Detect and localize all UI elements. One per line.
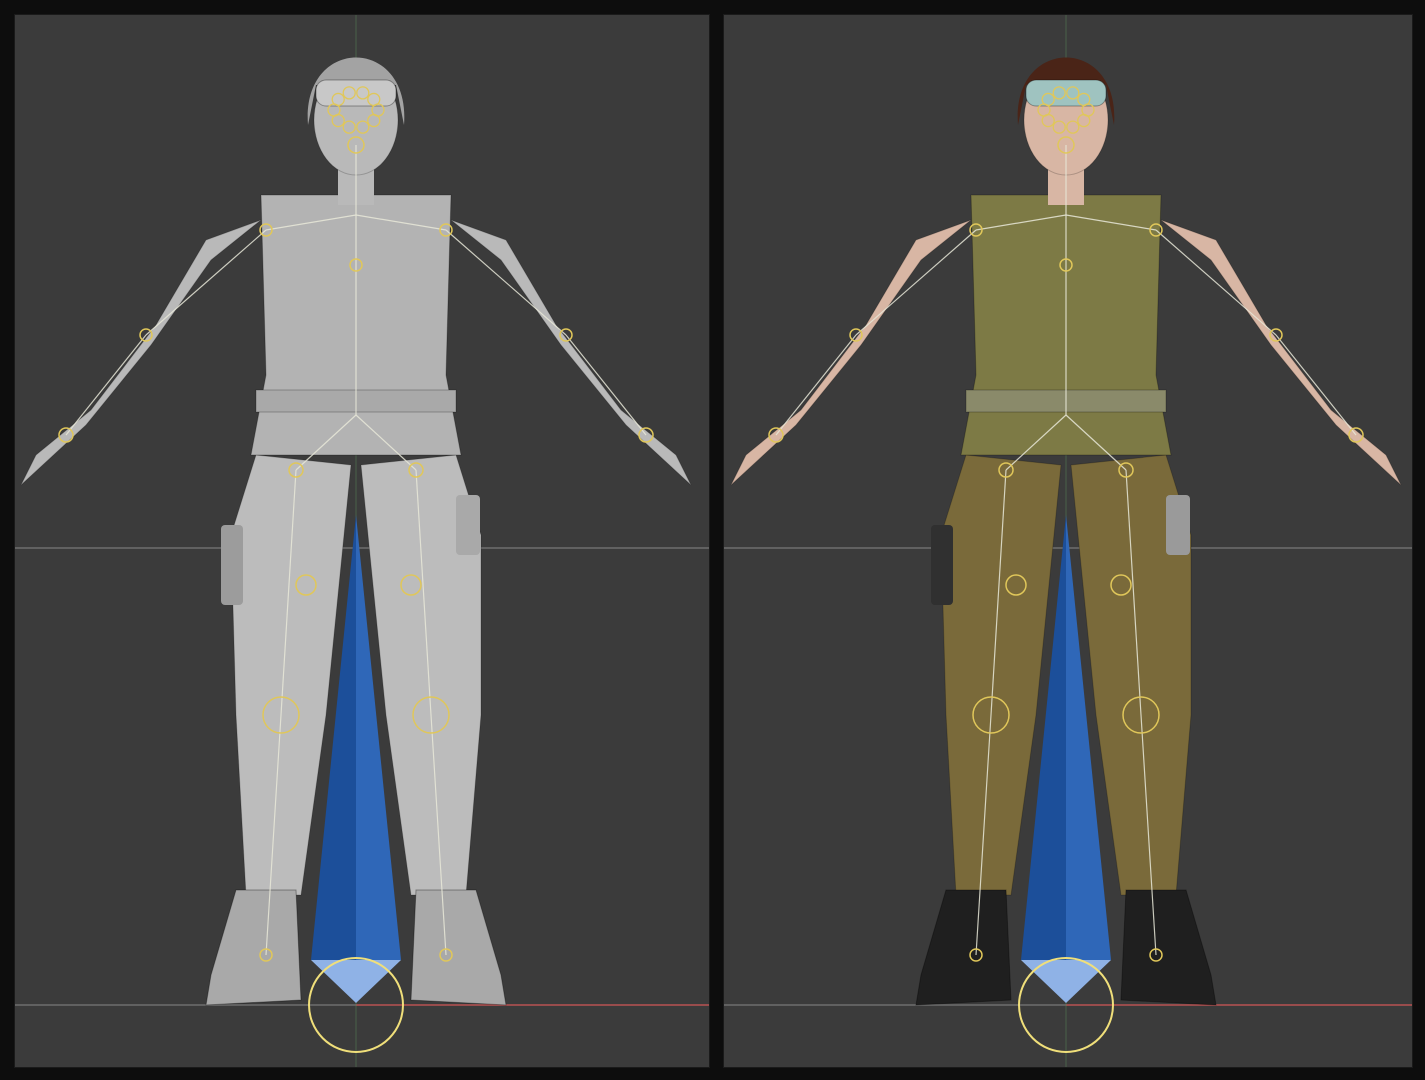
hip-pouch: [1166, 495, 1190, 555]
left-arm: [730, 219, 972, 486]
bone: [565, 334, 647, 436]
viewport-clay-shading[interactable]: [14, 14, 710, 1068]
left-boot: [915, 889, 1012, 1006]
right-boot: [1120, 889, 1217, 1006]
right-boot: [410, 889, 507, 1006]
hip-pouch: [456, 495, 480, 555]
right-arm: [450, 219, 692, 486]
clay-character-rig: [15, 15, 709, 1067]
left-boot: [205, 889, 302, 1006]
thigh-holster: [221, 525, 243, 605]
bone: [775, 334, 857, 436]
viewport-textured-shading[interactable]: [723, 14, 1413, 1068]
root-bone-tip: [311, 960, 401, 1003]
armature-overlay: [58, 86, 654, 1053]
root-bone-tip: [1021, 960, 1111, 1003]
bone: [65, 334, 147, 436]
textured-character-rig: [724, 15, 1412, 1067]
left-arm: [20, 219, 262, 486]
split-view: [0, 0, 1425, 1080]
goggles: [1025, 79, 1107, 107]
thigh-holster: [931, 525, 953, 605]
right-arm: [1160, 219, 1402, 486]
armature-overlay: [768, 86, 1364, 1053]
goggles: [315, 79, 397, 107]
bone: [1275, 334, 1357, 436]
